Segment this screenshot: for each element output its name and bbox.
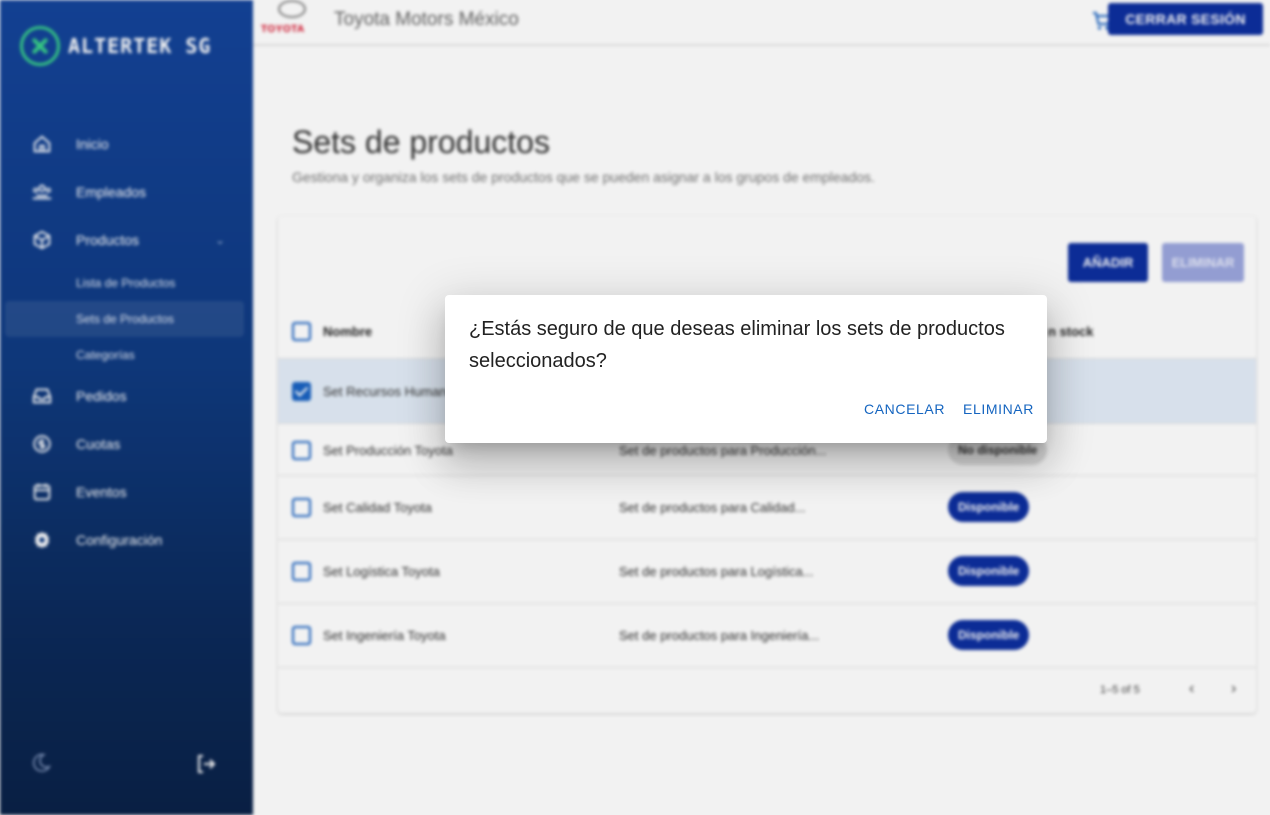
confirm-delete-dialog: ¿Estás seguro de que deseas eliminar los…: [445, 295, 1047, 443]
dialog-message: ¿Estás seguro de que deseas eliminar los…: [469, 318, 1005, 372]
confirm-delete-button[interactable]: ELIMINAR: [963, 401, 1034, 417]
cancel-button[interactable]: CANCELAR: [864, 401, 945, 417]
